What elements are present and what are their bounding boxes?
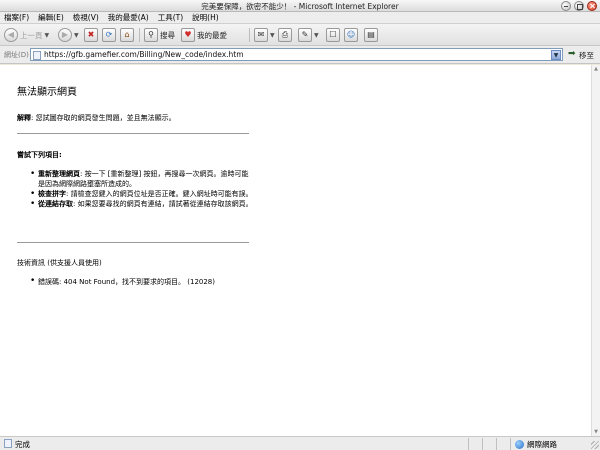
chevron-down-icon: ▼	[270, 31, 275, 39]
error-code-item: 錯誤碼: 404 Not Found，找不到要求的項目。 (12028)	[30, 276, 260, 287]
chevron-down-icon: ▼	[314, 31, 319, 39]
minimize-button[interactable]	[561, 1, 571, 11]
toolbar-separator	[139, 28, 140, 42]
mail-button[interactable]: ✉ ▼	[254, 27, 275, 43]
tip-text: : 如果您要尋找的網頁有連結，請試著從連結存取該網頁。	[73, 200, 253, 208]
status-pane	[496, 438, 510, 450]
security-zone: 網際網路	[510, 438, 600, 450]
tip-title: 從連結存取	[38, 200, 73, 208]
globe-icon	[515, 439, 524, 449]
explanation-label: 解釋	[17, 114, 31, 122]
status-pane	[468, 438, 482, 450]
go-button[interactable]: 移至	[579, 50, 594, 61]
messenger-button[interactable]: ☺	[344, 27, 358, 43]
address-label: 網址(D)	[4, 51, 29, 59]
favorites-label: 我的最愛	[197, 30, 227, 40]
page-content: 無法顯示網頁 解釋: 您試圖存取的網頁發生問題，並且無法顯示。 嘗試下列項目: …	[0, 65, 591, 436]
back-label: 上一頁	[20, 30, 43, 40]
address-input[interactable]: https://gfb.gamefier.com/Billing/New_cod…	[30, 48, 563, 61]
menu-favorites[interactable]: 我的最愛(A)	[108, 12, 149, 23]
search-label: 搜尋	[160, 30, 175, 40]
vertical-scrollbar[interactable]: ▲ ▼	[591, 65, 600, 436]
window-controls	[561, 1, 597, 11]
media-icon: ▤	[364, 28, 378, 42]
scroll-down-icon[interactable]: ▼	[592, 428, 600, 436]
page-title: 無法顯示網頁	[17, 87, 77, 98]
toolbar: ◀ 上一頁 ▼ ▶ ▼ ✖ ⟳ ⌂ ⚲ 搜尋 ♥ 我的最愛 ✉ ▼ ⎙ ✎ ▼ …	[0, 24, 600, 46]
divider	[17, 133, 249, 134]
menu-tools[interactable]: 工具(T)	[158, 12, 183, 23]
zone-label: 網際網路	[527, 439, 557, 449]
status-pane	[482, 438, 496, 450]
discuss-button[interactable]: ☐	[326, 27, 340, 43]
discuss-icon: ☐	[326, 28, 340, 42]
media-button[interactable]: ▤	[364, 27, 378, 43]
list-item: 從連結存取: 如果您要尋找的網頁有連結，請試著從連結存取該網頁。	[30, 199, 255, 209]
explanation-text: : 您試圖存取的網頁發生問題，並且無法顯示。	[31, 114, 176, 122]
page-icon	[33, 51, 41, 60]
menu-edit[interactable]: 編輯(E)	[38, 12, 64, 23]
list-item: 檢查拼字: 請檢查您鍵入的網頁位址是否正確。鍵入網址時可能有誤。	[30, 189, 255, 199]
tip-title: 檢查拼字	[38, 190, 66, 198]
forward-button[interactable]: ▶ ▼	[58, 27, 79, 43]
refresh-button[interactable]: ⟳	[102, 27, 116, 43]
favorites-button[interactable]: ♥ 我的最愛	[181, 27, 227, 43]
resize-grip-icon[interactable]	[591, 441, 599, 449]
status-panes: 網際網路	[468, 438, 600, 450]
close-button[interactable]	[587, 1, 597, 11]
go-arrow-icon[interactable]: ➡	[568, 49, 576, 59]
title-bar: 完美要保障，欲密不能少！ - Microsoft Internet Explor…	[0, 0, 600, 12]
print-icon: ⎙	[278, 28, 292, 42]
page-done-icon	[4, 439, 12, 448]
scroll-up-icon[interactable]: ▲	[592, 65, 600, 73]
tip-title: 重新整理網頁	[38, 170, 80, 178]
back-arrow-icon: ◀	[4, 28, 18, 42]
forward-arrow-icon: ▶	[58, 28, 72, 42]
menu-file[interactable]: 檔案(F)	[4, 12, 29, 23]
toolbar-separator	[249, 28, 250, 42]
messenger-icon: ☺	[344, 28, 358, 42]
divider	[17, 242, 249, 243]
list-item: 重新整理網頁: 按一下 [重新整理] 按鈕，再搜尋一次網頁。逾時可能是因為網際網…	[30, 169, 255, 189]
chevron-down-icon: ▼	[74, 31, 79, 39]
window-title: 完美要保障，欲密不能少！ - Microsoft Internet Explor…	[201, 2, 399, 11]
address-bar: 網址(D) https://gfb.gamefier.com/Billing/N…	[0, 46, 600, 64]
heart-icon: ♥	[181, 28, 195, 42]
address-dropdown-button[interactable]: ▼	[551, 50, 561, 60]
home-icon: ⌂	[120, 28, 134, 42]
edit-document-icon: ✎	[298, 28, 312, 42]
menu-bar: 檔案(F) 編輯(E) 檢視(V) 我的最愛(A) 工具(T) 說明(H)	[0, 12, 600, 24]
maximize-button[interactable]	[574, 1, 584, 11]
try-heading: 嘗試下列項目:	[17, 151, 62, 159]
chevron-down-icon: ▼	[44, 31, 50, 39]
search-button[interactable]: ⚲ 搜尋	[144, 27, 175, 43]
mail-icon: ✉	[254, 28, 268, 42]
status-bar: 完成 網際網路	[0, 436, 600, 450]
search-icon: ⚲	[144, 28, 158, 42]
menu-help[interactable]: 說明(H)	[192, 12, 219, 23]
stop-icon: ✖	[84, 28, 98, 42]
print-button[interactable]: ⎙	[278, 27, 292, 43]
menu-view[interactable]: 檢視(V)	[73, 12, 99, 23]
tech-info-heading: 技術資訊 (供支援人員使用)	[17, 259, 102, 267]
tip-text: : 請檢查您鍵入的網頁位址是否正確。鍵入網址時可能有誤。	[66, 190, 253, 198]
address-url: https://gfb.gamefier.com/Billing/New_cod…	[44, 50, 244, 59]
stop-button[interactable]: ✖	[84, 27, 98, 43]
explanation: 解釋: 您試圖存取的網頁發生問題，並且無法顯示。	[17, 113, 267, 123]
home-button[interactable]: ⌂	[120, 27, 134, 43]
back-button[interactable]: ◀ 上一頁 ▼	[4, 27, 49, 43]
edit-button[interactable]: ✎ ▼	[298, 27, 319, 43]
refresh-icon: ⟳	[102, 28, 116, 42]
status-text: 完成	[15, 440, 30, 449]
tips-list: 重新整理網頁: 按一下 [重新整理] 按鈕，再搜尋一次網頁。逾時可能是因為網際網…	[30, 169, 255, 209]
